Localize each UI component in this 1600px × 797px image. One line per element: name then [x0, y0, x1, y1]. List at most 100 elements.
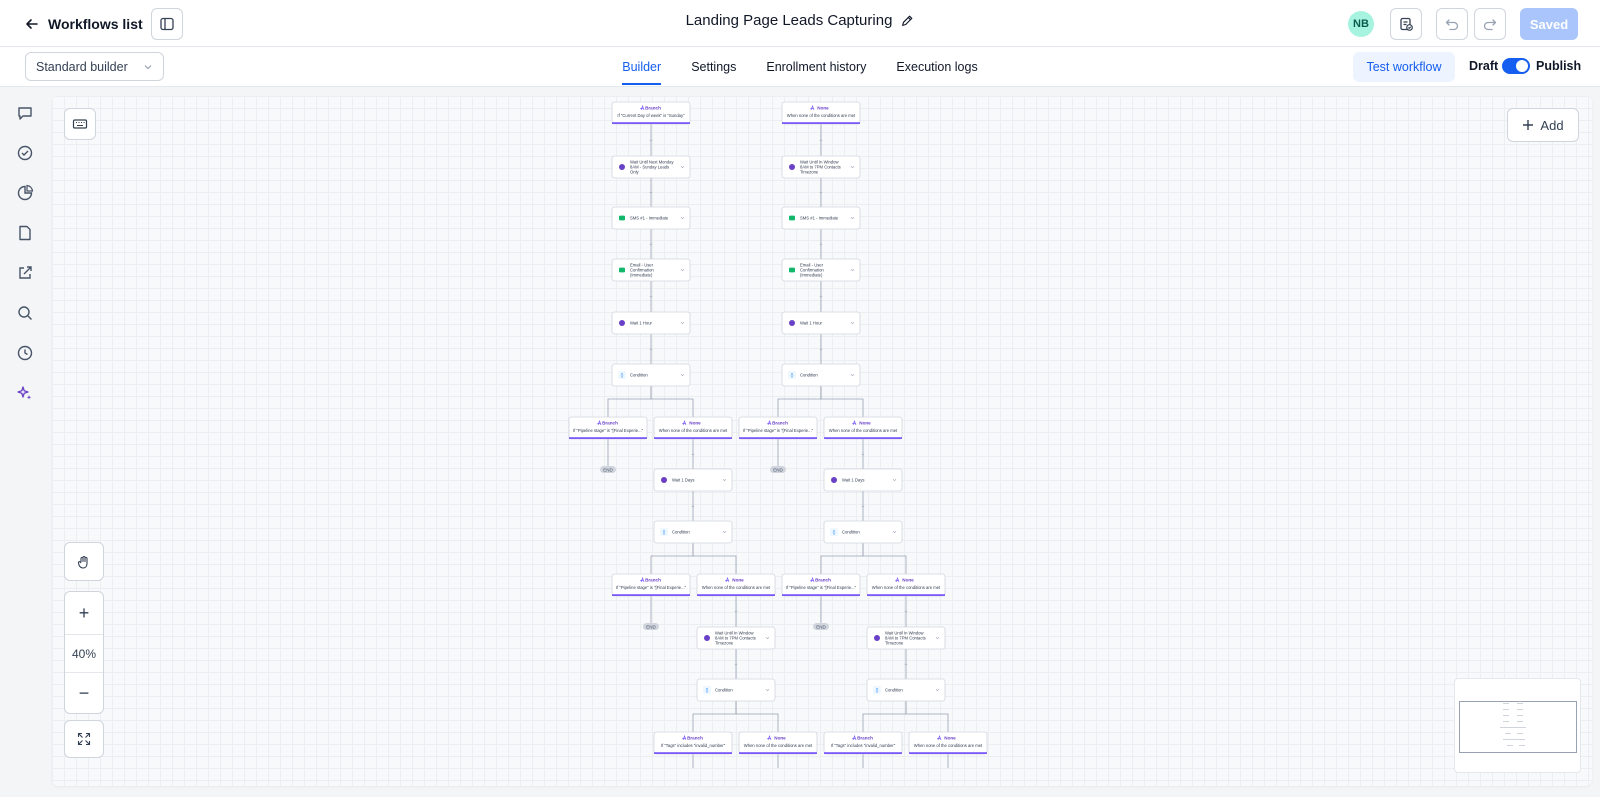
minimap[interactable]	[1454, 678, 1581, 773]
check-circle-icon[interactable]	[16, 144, 34, 162]
branch-node[interactable]: None When none of the conditions are met	[866, 573, 946, 597]
minimap-viewport[interactable]	[1459, 701, 1577, 753]
sparkles-icon[interactable]	[16, 384, 34, 402]
node-label-line: Wait 1 Days	[672, 478, 694, 483]
tab-execution-logs[interactable]: Execution logs	[896, 47, 977, 87]
redo-button[interactable]	[1474, 8, 1506, 40]
branch-node[interactable]: Branch If "Pipeline stage" is "[Final Exp…	[568, 416, 648, 440]
branch-accent-bar	[824, 752, 902, 754]
branch-node[interactable]: Branch If "Current Day of week" is "Sunda…	[611, 101, 691, 125]
add-node-button[interactable]: Add	[1507, 108, 1579, 142]
user-avatar[interactable]: NB	[1348, 11, 1374, 37]
connector-line	[735, 701, 779, 732]
condition-node[interactable]: {} Condition	[866, 678, 946, 702]
add-step-plus-icon[interactable]: +	[650, 347, 653, 353]
saved-button[interactable]: Saved	[1520, 8, 1578, 40]
add-step-plus-icon[interactable]: +	[650, 295, 653, 301]
builder-type-select[interactable]: Standard builder	[25, 52, 164, 81]
publish-toggle[interactable]	[1502, 58, 1530, 74]
wait-node[interactable]: Wait Until In Window 8AM to 7PM Contacts T…	[696, 626, 776, 650]
chat-icon[interactable]	[16, 104, 34, 122]
branch-node[interactable]: None When none of the conditions are met	[696, 573, 776, 597]
branch-condition-text: If "Pipeline stage" is "[Final Experie..…	[743, 428, 814, 433]
undo-button[interactable]	[1436, 8, 1468, 40]
branch-node[interactable]: None When none of the conditions are met	[823, 416, 903, 440]
zoom-in-button[interactable]: +	[65, 592, 103, 634]
add-step-plus-icon[interactable]: +	[735, 662, 738, 668]
email-node[interactable]: Email - User Confirmation (Immediate)	[781, 258, 861, 282]
wait-node[interactable]: Wait 1 Hour	[611, 311, 691, 335]
connector-line	[692, 543, 737, 574]
connector-line	[820, 386, 864, 417]
fit-view-button[interactable]	[64, 720, 104, 758]
condition-node-label: Condition	[715, 688, 733, 693]
node-label-line: Only	[630, 170, 640, 175]
tab-builder[interactable]: Builder	[622, 47, 661, 87]
add-step-plus-icon[interactable]: +	[735, 610, 738, 616]
pencil-icon[interactable]	[900, 14, 914, 28]
add-step-plus-icon[interactable]: +	[820, 191, 823, 197]
wait-node[interactable]: Wait 1 Days	[653, 468, 733, 492]
add-step-plus-icon[interactable]: +	[820, 295, 823, 301]
connector-line	[862, 701, 907, 732]
pan-mode-button[interactable]	[64, 542, 104, 581]
add-step-plus-icon[interactable]: +	[650, 242, 653, 248]
branch-node[interactable]: Branch If "Pipeline stage" is "[Final Exp…	[611, 573, 691, 597]
pie-chart-icon[interactable]	[16, 184, 34, 202]
workflow-canvas[interactable]: + + + + + + + + + + + + + + + + + + END END END END Branch If "…	[52, 96, 1592, 786]
branch-accent-bar	[697, 594, 775, 596]
sidebar-toggle-button[interactable]	[151, 8, 183, 40]
node-label-line: Condition	[885, 688, 903, 693]
wait-node[interactable]: Wait 1 Days	[823, 468, 903, 492]
external-link-icon[interactable]	[16, 264, 34, 282]
sms-node[interactable]: SMS #1 - Immediate	[781, 206, 861, 230]
clock-history-icon[interactable]	[16, 344, 34, 362]
condition-node[interactable]: {} Condition	[823, 520, 903, 544]
add-step-plus-icon[interactable]: +	[650, 138, 653, 144]
wait-node[interactable]: Wait Until In Window 8AM to 7PM Contacts T…	[866, 626, 946, 650]
add-step-plus-icon[interactable]: +	[862, 504, 865, 510]
add-step-plus-icon[interactable]: +	[905, 610, 908, 616]
email-node[interactable]: Email - User Confirmation (Immediate)	[611, 258, 691, 282]
branch-condition-text: When none of the conditions are met	[702, 585, 771, 590]
wait-node[interactable]: Wait 1 Hour	[781, 311, 861, 335]
condition-node[interactable]: {} Condition	[611, 363, 691, 387]
connector-line	[820, 543, 864, 574]
add-step-plus-icon[interactable]: +	[820, 242, 823, 248]
zoom-out-button[interactable]: −	[65, 673, 103, 713]
wait-node[interactable]: Wait Until In Window 8AM to 7PM Contacts T…	[781, 155, 861, 179]
branch-node[interactable]: None When none of the conditions are met	[738, 731, 818, 755]
branch-node[interactable]: None When none of the conditions are met	[908, 731, 988, 755]
add-step-plus-icon[interactable]: +	[650, 191, 653, 197]
add-step-plus-icon[interactable]: +	[905, 662, 908, 668]
branch-node[interactable]: None When none of the conditions are met	[653, 416, 733, 440]
test-workflow-button[interactable]: Test workflow	[1353, 52, 1455, 82]
sms-node[interactable]: SMS #1 - Immediate	[611, 206, 691, 230]
add-step-plus-icon[interactable]: +	[692, 452, 695, 458]
add-step-plus-icon[interactable]: +	[820, 347, 823, 353]
branch-node[interactable]: Branch If "Tags" includes "invalid_number…	[653, 731, 733, 755]
wait-node[interactable]: Wait Until Next Monday 8AM - Sunday Leads…	[611, 155, 691, 179]
branch-node[interactable]: Branch If "Tags" includes "invalid_number…	[823, 731, 903, 755]
branch-node[interactable]: None When none of the conditions are met	[781, 101, 861, 125]
back-to-workflows-link[interactable]: Workflows list	[24, 12, 143, 36]
tab-enrollment-history[interactable]: Enrollment history	[766, 47, 866, 87]
branch-accent-bar	[824, 437, 902, 439]
add-step-plus-icon[interactable]: +	[692, 504, 695, 510]
tab-settings[interactable]: Settings	[691, 47, 736, 87]
add-step-plus-icon[interactable]: +	[862, 452, 865, 458]
condition-node[interactable]: {} Condition	[781, 363, 861, 387]
wait-node-label: Wait 1 Hour	[630, 321, 653, 326]
branch-node[interactable]: Branch If "Pipeline stage" is "[Final Exp…	[738, 416, 818, 440]
keyboard-shortcuts-button[interactable]	[64, 108, 96, 140]
document-icon[interactable]	[16, 224, 34, 242]
search-icon[interactable]	[16, 304, 34, 322]
connector-line	[905, 701, 949, 732]
workflow-history-button[interactable]	[1390, 8, 1422, 40]
workflow-title[interactable]: Landing Page Leads Capturing	[686, 12, 915, 29]
add-step-plus-icon[interactable]: +	[820, 138, 823, 144]
condition-node[interactable]: {} Condition	[653, 520, 733, 544]
condition-node[interactable]: {} Condition	[696, 678, 776, 702]
workflow-graph: + + + + + + + + + + + + + + + + + + END END END END Branch If "…	[568, 101, 988, 768]
branch-node[interactable]: Branch If "Pipeline stage" is "[Final Exp…	[781, 573, 861, 597]
